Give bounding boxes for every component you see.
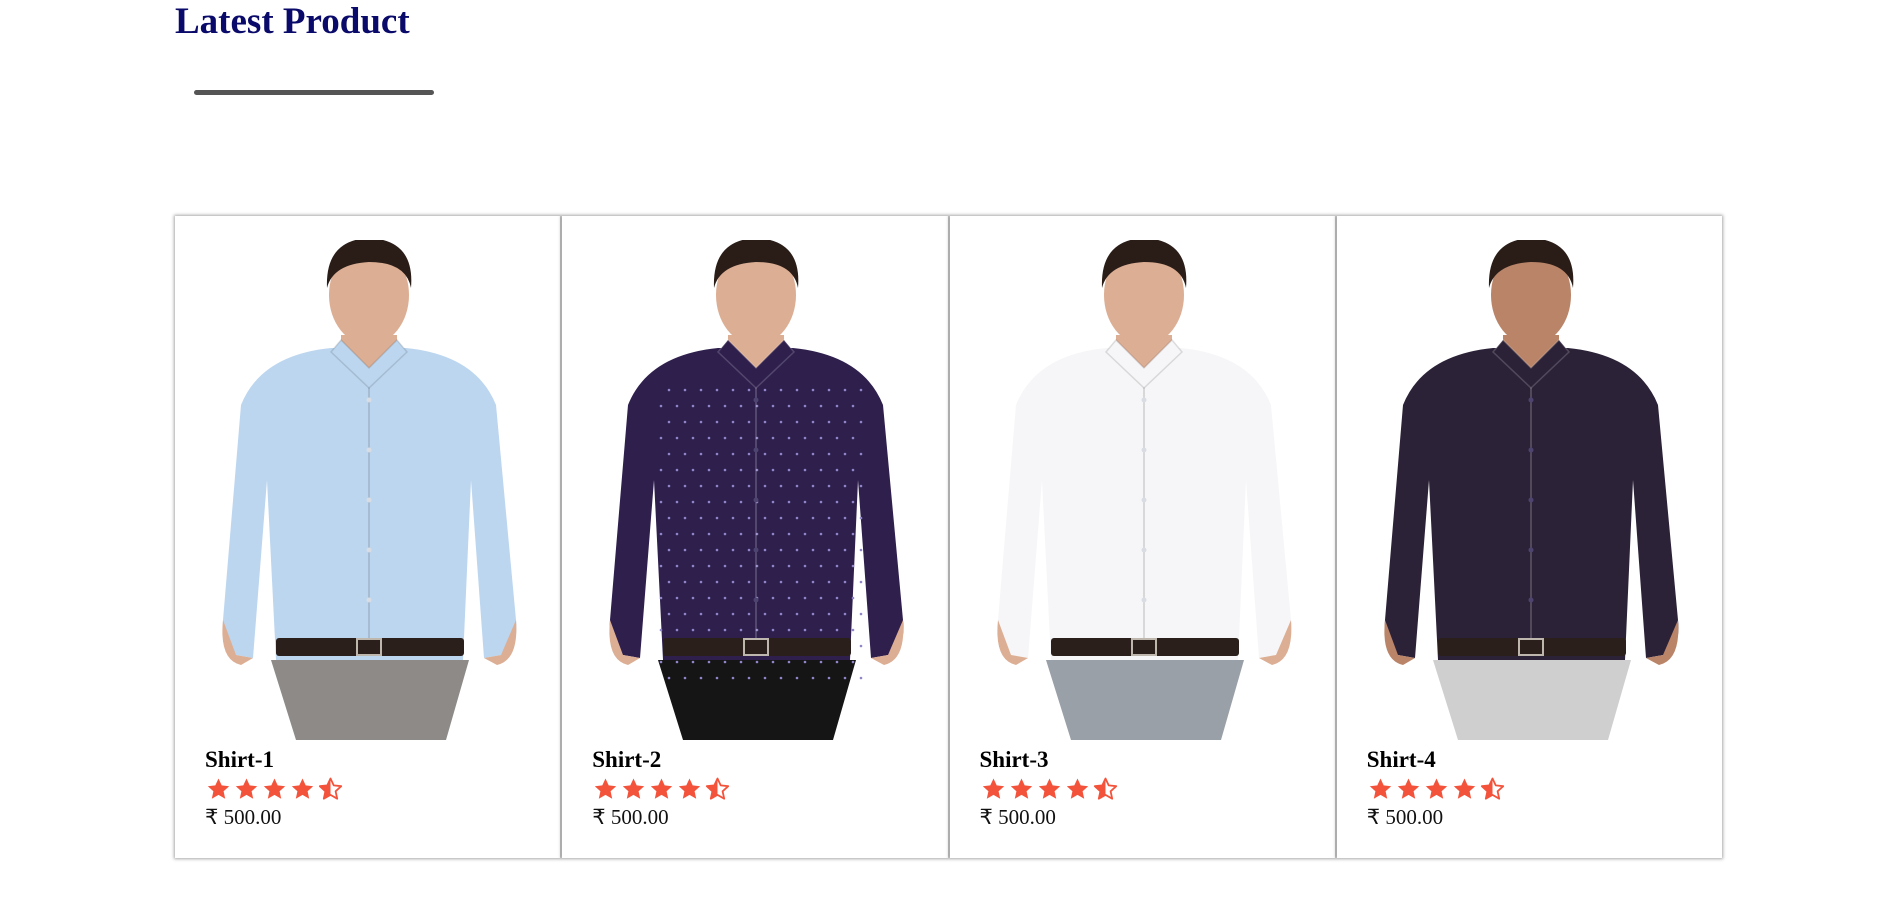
product-info: Shirt-3 ₹ 500.00 xyxy=(980,746,1315,830)
star-full-icon xyxy=(982,778,1004,799)
star-half-icon xyxy=(1093,777,1117,800)
star-rating xyxy=(1367,775,1702,803)
star-rating xyxy=(205,775,540,803)
product-name[interactable]: Shirt-1 xyxy=(205,746,540,774)
section-title: Latest Product xyxy=(175,1,410,42)
product-price: ₹ 500.00 xyxy=(1366,805,1444,829)
product-price: ₹ 500.00 xyxy=(592,805,669,829)
product-info: Shirt-2 ₹ 500.00 xyxy=(592,746,927,830)
star-full-icon xyxy=(291,778,314,799)
product-name[interactable]: Shirt-2 xyxy=(592,746,927,774)
star-full-icon xyxy=(263,778,286,799)
product-image[interactable] xyxy=(1362,240,1696,740)
star-full-icon xyxy=(679,778,701,799)
star-full-icon xyxy=(235,778,258,799)
star-full-icon xyxy=(1369,778,1391,799)
star-half-icon xyxy=(318,777,343,800)
star-full-icon xyxy=(1066,778,1088,799)
star-full-icon xyxy=(1010,778,1032,799)
star-full-icon xyxy=(623,778,645,799)
product-info: Shirt-4 ₹ 500.00 xyxy=(1367,746,1702,830)
star-full-icon xyxy=(595,778,617,799)
star-half-icon xyxy=(706,777,730,800)
product-name[interactable]: Shirt-3 xyxy=(980,746,1315,774)
product-card[interactable]: Shirt-4 ₹ 500.00 xyxy=(1336,216,1722,858)
product-card[interactable]: Shirt-1 ₹ 500.00 xyxy=(175,216,561,858)
star-rating xyxy=(980,775,1315,803)
product-image[interactable] xyxy=(588,240,922,740)
product-name[interactable]: Shirt-4 xyxy=(1367,746,1702,774)
star-rating xyxy=(592,775,927,803)
star-full-icon xyxy=(1453,778,1475,799)
product-price: ₹ 500.00 xyxy=(205,805,282,829)
star-half-icon xyxy=(1480,777,1504,800)
star-full-icon xyxy=(1425,778,1447,799)
product-card[interactable]: Shirt-2 ₹ 500.00 xyxy=(562,216,948,858)
star-full-icon xyxy=(207,778,230,799)
product-image[interactable] xyxy=(975,240,1309,740)
star-full-icon xyxy=(651,778,673,799)
product-card[interactable]: Shirt-3 ₹ 500.00 xyxy=(949,216,1335,858)
title-underline xyxy=(194,90,434,95)
star-full-icon xyxy=(1397,778,1419,799)
star-full-icon xyxy=(1038,778,1060,799)
product-price: ₹ 500.00 xyxy=(979,805,1056,829)
product-grid: Shirt-1 ₹ 500.00 Shirt-2 ₹ 500.00 Shirt-… xyxy=(175,216,1722,858)
product-info: Shirt-1 ₹ 500.00 xyxy=(205,746,540,830)
product-image[interactable] xyxy=(201,240,534,740)
